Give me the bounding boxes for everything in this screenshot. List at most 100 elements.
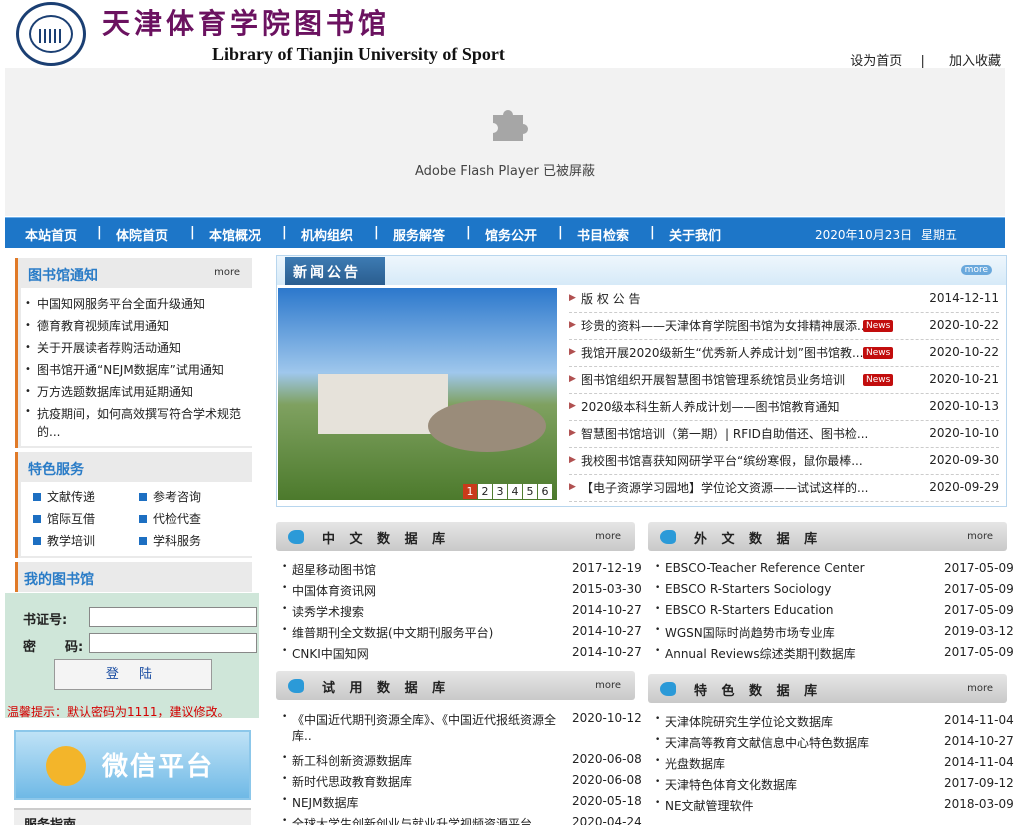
chinese-db-item[interactable]: • CNKI中国知网 2014-10-27	[282, 642, 642, 663]
nav-item-organization[interactable]: 机构组织	[301, 225, 353, 244]
trial-db-item[interactable]: • 新时代思政教育数据库 2020-06-08	[282, 770, 642, 791]
pager-button[interactable]: 1	[463, 484, 477, 499]
trial-db-item[interactable]: • 《中国近代期刊资源全库》、《中国近代报纸资源全 2020-10-12 库..	[282, 708, 642, 748]
nav-item-home[interactable]: 本站首页	[25, 225, 77, 244]
special-db-item[interactable]: • 天津体院研究生学位论文数据库 2014-11-04	[655, 710, 1014, 731]
chinese-db-item[interactable]: • 超星移动图书馆 2017-12-19	[282, 558, 642, 579]
arrow-icon: ▶	[569, 374, 576, 384]
news-item-date: 2020-09-30	[929, 453, 999, 467]
notice-item[interactable]: 图书馆开通“NEJM数据库”试用通知	[21, 359, 252, 381]
service-interlibrary-loan[interactable]: 馆际互借	[33, 510, 95, 527]
service-subject[interactable]: 学科服务	[139, 532, 201, 549]
service-search-proxy[interactable]: 代检代查	[139, 510, 201, 527]
arrow-icon	[288, 679, 304, 693]
nav-item-catalog[interactable]: 书目检索	[577, 225, 629, 244]
news-item[interactable]: ▶ 我馆开展2020级新生“优秀新人养成计划”图书馆教... News 2020-10…	[569, 340, 999, 367]
nav-item-faq[interactable]: 服务解答	[393, 225, 445, 244]
news-item[interactable]: ▶ 图书馆组织开展智慧图书馆管理系统馆员业务培训 News 2020-10-21	[569, 367, 999, 394]
top-links-separator: |	[920, 54, 925, 69]
service-bullet-icon	[33, 537, 41, 545]
news-item-title: 珍贵的资料——天津体育学院图书馆为女排精神展添...	[581, 319, 869, 333]
notice-item[interactable]: 抗疫期间，如何高效撰写符合学术规范的...	[21, 403, 246, 441]
special-db-item[interactable]: • 天津高等教育文献信息中心特色数据库 2014-10-27	[655, 731, 1014, 752]
news-badge: News	[863, 374, 894, 386]
wechat-bird-icon	[46, 746, 86, 786]
nav-item-university[interactable]: 体院首页	[116, 225, 168, 244]
service-reference[interactable]: 参考咨询	[139, 488, 201, 505]
trial-db-item[interactable]: • 全球大学生创新创业与就业升学视频资源平台 2020-04-24	[282, 812, 642, 825]
flash-placeholder[interactable]: Adobe Flash Player 已被屏蔽	[5, 68, 1005, 216]
arrow-icon	[660, 530, 676, 544]
foreign-db-header: 外 文 数 据 库 more	[648, 522, 1007, 551]
special-db-item[interactable]: • 天津特色体育文化数据库 2017-09-12	[655, 773, 1014, 794]
db-item-title: Annual Reviews综述类期刊数据库	[665, 647, 856, 661]
db-item-date: 2019-03-12	[944, 624, 1014, 638]
news-item-title: 版 权 公 告	[581, 292, 641, 306]
db-item-date: 2020-05-18	[572, 794, 642, 808]
main-nav: 本站首页 | 体院首页 | 本馆概况 | 机构组织 | 服务解答 | 馆务公开 …	[5, 217, 1005, 248]
foreign-db-item[interactable]: • EBSCO-Teacher Reference Center 2017-05-0…	[655, 558, 1014, 579]
pager-button[interactable]: 5	[523, 484, 537, 499]
nav-item-affairs[interactable]: 馆务公开	[485, 225, 537, 244]
news-photo[interactable]: 123456	[278, 288, 557, 500]
trial-db-more[interactable]: more	[595, 680, 621, 691]
service-document-delivery[interactable]: 文献传递	[33, 488, 95, 505]
set-homepage-link[interactable]: 设为首页	[850, 54, 902, 69]
notice-item[interactable]: 万方选题数据库试用延期通知	[21, 381, 252, 403]
wechat-banner[interactable]: 微信平台	[14, 730, 251, 800]
db-item-title: 维普期刊全文数据(中文期刊服务平台)	[292, 626, 494, 640]
password-label-2: 码:	[65, 640, 84, 655]
db-item-title: CNKI中国知网	[292, 647, 369, 661]
foreign-db-item[interactable]: • WGSN国际时尚趋势市场专业库 2019-03-12	[655, 621, 1014, 642]
news-item-title: 我校图书馆喜获知网研学平台“缤纷寒假，鼠你最棒...	[581, 454, 863, 468]
special-db-more[interactable]: more	[967, 683, 993, 694]
pager-button[interactable]: 6	[538, 484, 552, 499]
news-item[interactable]: ▶ 我校图书馆喜获知网研学平台“缤纷寒假，鼠你最棒... 2020-09-30	[569, 448, 999, 475]
chinese-db-item[interactable]: • 维普期刊全文数据(中文期刊服务平台) 2014-10-27	[282, 621, 642, 642]
foreign-db-more[interactable]: more	[967, 531, 993, 542]
trial-db-header: 试 用 数 据 库 more	[276, 671, 635, 700]
notices-panel: 图书馆通知 more 中国知网服务平台全面升级通知 德育教育视频库试用通知 关于…	[15, 258, 252, 448]
trial-db-item[interactable]: • NEJM数据库 2020-05-18	[282, 791, 642, 812]
news-item[interactable]: ▶ 珍贵的资料——天津体育学院图书馆为女排精神展添... News 2020-10-2…	[569, 313, 999, 340]
news-item[interactable]: ▶ 智慧图书馆培训（第一期）| RFID自助借还、图书检... 2020-10-10	[569, 421, 999, 448]
db-item-title: 读秀学术搜索	[292, 605, 365, 619]
special-db-item[interactable]: • NE文献管理软件 2018-03-09	[655, 794, 1014, 815]
bullet: •	[282, 625, 288, 635]
news-item[interactable]: ▶ 版 权 公 告 2014-12-11	[569, 286, 999, 313]
card-number-input[interactable]	[89, 607, 257, 627]
password-input[interactable]	[89, 633, 257, 653]
news-more-link[interactable]: more	[960, 265, 992, 275]
db-item-date: 2018-03-09	[944, 797, 1014, 811]
trial-db-item[interactable]: • 新工科创新资源数据库 2020-06-08	[282, 749, 642, 770]
notice-item[interactable]: 中国知网服务平台全面升级通知	[21, 293, 252, 315]
service-training[interactable]: 教学培训	[33, 532, 95, 549]
flash-blocked-message: Adobe Flash Player 已被屏蔽	[414, 164, 596, 179]
pager-button[interactable]: 4	[508, 484, 522, 499]
chinese-db-item[interactable]: • 中国体育资讯网 2015-03-30	[282, 579, 642, 600]
nav-item-about[interactable]: 关于我们	[669, 225, 721, 244]
arrow-icon: ▶	[569, 320, 576, 330]
nav-item-overview[interactable]: 本馆概况	[209, 225, 261, 244]
pager-button[interactable]: 2	[478, 484, 492, 499]
foreign-db-item[interactable]: • EBSCO R-Starters Sociology 2017-05-09	[655, 579, 1014, 600]
db-item-title: 光盘数据库	[665, 757, 726, 771]
university-logo[interactable]	[16, 2, 86, 66]
bookmark-link[interactable]: 加入收藏	[949, 54, 1001, 69]
notices-more-link[interactable]: more	[214, 267, 240, 278]
login-button[interactable]: 登 陆	[54, 659, 212, 690]
foreign-db-item[interactable]: • EBSCO R-Starters Education 2017-05-09	[655, 600, 1014, 621]
chinese-db-more[interactable]: more	[595, 531, 621, 542]
pager-button[interactable]: 3	[493, 484, 507, 499]
service-bullet-icon	[33, 493, 41, 501]
notice-item[interactable]: 关于开展读者荐购活动通知	[21, 337, 252, 359]
special-db-item[interactable]: • 光盘数据库 2014-11-04	[655, 752, 1014, 773]
news-item[interactable]: ▶ 【电子资源学习园地】学位论文资源——试试这样的... 2020-09-29	[569, 475, 999, 502]
news-item[interactable]: ▶ 2020级本科生新人养成计划——图书馆教育通知 2020-10-13	[569, 394, 999, 421]
db-item-title-cont: 库..	[292, 729, 312, 743]
top-links: 设为首页 | 加入收藏	[844, 50, 1001, 69]
notice-item[interactable]: 德育教育视频库试用通知	[21, 315, 252, 337]
db-item-title: EBSCO-Teacher Reference Center	[665, 561, 865, 575]
chinese-db-item[interactable]: • 读秀学术搜索 2014-10-27	[282, 600, 642, 621]
foreign-db-item[interactable]: • Annual Reviews综述类期刊数据库 2017-05-09	[655, 642, 1014, 663]
